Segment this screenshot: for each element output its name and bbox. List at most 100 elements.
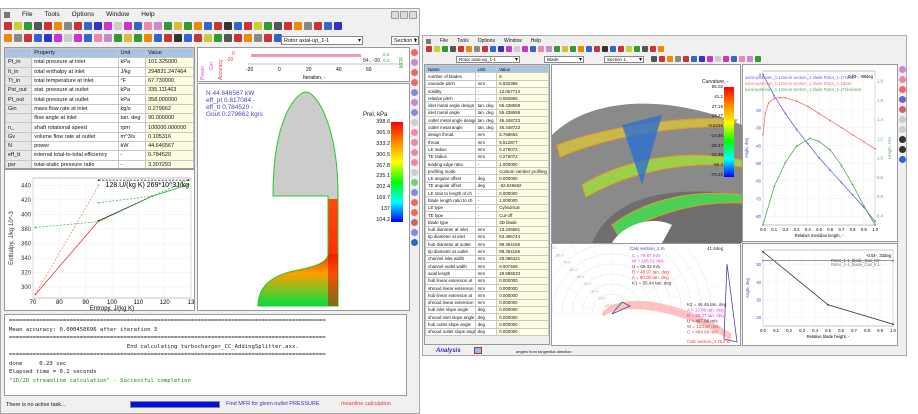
toolbar-button-icon[interactable] [204, 34, 212, 42]
toolbar-button-icon[interactable] [164, 22, 172, 30]
toolbar-button-icon[interactable] [74, 22, 82, 30]
table-row[interactable]: hub linear extension at mm 0.000000 [425, 276, 549, 285]
menu-file[interactable]: File [22, 11, 32, 18]
section-select[interactable]: Section 1 [391, 36, 419, 45]
table-row[interactable]: TE type - Cut-off [425, 210, 549, 220]
toolbar-button-icon[interactable] [304, 22, 312, 30]
toolbar-button-icon[interactable] [538, 46, 544, 52]
toolbar-button-icon[interactable] [244, 22, 252, 30]
toolbar-button-icon[interactable] [204, 22, 212, 30]
toolbar-button-icon[interactable] [334, 22, 342, 30]
analysis-toggle-button[interactable] [474, 347, 482, 354]
table-cell[interactable]: 0.000000 [496, 313, 549, 322]
rotor-select[interactable]: Rotor axial-up_1-1 [281, 36, 363, 45]
toolbar-button-icon[interactable] [114, 22, 122, 30]
toolbar-button-icon[interactable] [214, 34, 222, 42]
toolbar-button-icon[interactable] [723, 56, 729, 62]
tool-icon[interactable] [411, 129, 418, 136]
toolbar-button-icon[interactable] [34, 34, 42, 42]
table-cell[interactable]: 294831.247464 [145, 66, 194, 77]
tool-icon[interactable] [899, 86, 906, 93]
toolbar-button-icon[interactable] [546, 46, 552, 52]
toolbar-button-icon[interactable] [134, 34, 142, 42]
table-row[interactable]: relative pitch -0.082866 [425, 94, 549, 103]
table-cell[interactable]: 100000.000000 [145, 122, 194, 133]
toolbar-button-icon[interactable] [194, 22, 202, 30]
toolbar-button-icon[interactable] [739, 56, 745, 62]
toolbar-button-icon[interactable] [64, 34, 72, 42]
table-cell[interactable]: 1.000000 [496, 196, 549, 205]
toolbar-button-icon[interactable] [650, 46, 656, 52]
table-row[interactable]: throat mm 5.512877 [425, 137, 549, 147]
column-header[interactable]: Unit [117, 48, 147, 59]
table-row[interactable]: hub diameter at outlet mm 89.364166 [425, 240, 549, 249]
table-row[interactable]: flow angle at inlet tan. deg 90.000000 [5, 113, 194, 124]
toolbar-button-icon[interactable] [114, 34, 122, 42]
toolbar-button-icon[interactable] [84, 34, 92, 42]
toolbar-button-icon[interactable] [699, 56, 705, 62]
tool-icon[interactable] [411, 219, 418, 226]
toolbar-button-icon[interactable] [164, 34, 172, 42]
menu-help[interactable]: Help [141, 11, 154, 18]
table-row[interactable]: LE ratio to length of ch -0.000000 [425, 189, 549, 198]
table-cell[interactable]: 89.364166 [496, 247, 549, 256]
toolbar-button-icon[interactable] [54, 34, 62, 42]
table-row[interactable]: hub outlet slope angle deg 0.000000 [425, 320, 549, 329]
column-header[interactable]: Value [496, 65, 549, 74]
table-row[interactable]: It_in total enthalpy at inlet J/kg 294831.2… [5, 66, 194, 77]
close-button[interactable] [409, 11, 417, 19]
toolbar-button-icon[interactable] [234, 22, 242, 30]
table-cell[interactable]: 0.000000 [496, 320, 549, 329]
table-row[interactable]: Pt_out total pressure at outlet kPa 358.000… [5, 94, 194, 105]
toolbar-button-icon[interactable] [174, 34, 182, 42]
toolbar-button-icon[interactable] [324, 22, 332, 30]
tool-icon[interactable] [411, 169, 418, 176]
toolbar-button-icon[interactable] [570, 46, 576, 52]
toolbar-button-icon[interactable] [234, 34, 242, 42]
toolbar-button-icon[interactable] [24, 22, 32, 30]
toolbar-button-icon[interactable] [466, 46, 472, 52]
toolbar-button-icon[interactable] [530, 46, 536, 52]
table-row[interactable]: LE type - Cylindrical [425, 203, 549, 212]
toolbar-button-icon[interactable] [626, 46, 632, 52]
toolbar-button-icon[interactable] [224, 34, 232, 42]
table-cell[interactable]: 0.000000 [496, 283, 549, 293]
menu-window[interactable]: Window [504, 38, 522, 44]
tool-icon[interactable] [411, 49, 418, 56]
rotor-select[interactable]: Rotor axial-up_1-1 [456, 56, 520, 63]
menu-tools[interactable]: Tools [44, 11, 59, 18]
tool-icon[interactable] [899, 96, 906, 103]
tool-icon[interactable] [411, 59, 418, 66]
table-cell[interactable]: 13.226681 [496, 225, 549, 234]
toolbar-button-icon[interactable] [474, 46, 480, 52]
toolbar-button-icon[interactable] [264, 34, 272, 42]
column-header[interactable]: Value [145, 48, 194, 59]
toolbar-button-icon[interactable] [658, 46, 664, 52]
toolbar-button-icon[interactable] [24, 34, 32, 42]
toolbar-button-icon[interactable] [264, 22, 272, 30]
table-cell[interactable]: 90.000000 [145, 113, 194, 124]
toolbar-button-icon[interactable] [154, 22, 162, 30]
info-icon[interactable] [411, 239, 418, 246]
toolbar-button-icon[interactable] [514, 46, 520, 52]
table-row[interactable]: hub inlet slope angle deg 0.000000 [425, 305, 549, 315]
tool-icon[interactable] [411, 199, 418, 206]
table-row[interactable]: channel outlet width mm 5.007408 [425, 261, 549, 271]
tool-icon[interactable] [411, 179, 418, 186]
toolbar-button-icon[interactable] [294, 22, 302, 30]
table-cell[interactable]: 12.067714 [496, 86, 549, 96]
table-row[interactable]: shroud linear extension mm 0.000000 [425, 298, 549, 307]
table-cell[interactable]: 335.111463 [145, 85, 194, 96]
toolbar-button-icon[interactable] [659, 56, 665, 62]
toolbar-button-icon[interactable] [482, 46, 488, 52]
table-cell[interactable]: 46.448723 [496, 116, 549, 125]
table-cell[interactable]: 358.000000 [145, 94, 194, 105]
table-row[interactable]: LE angular offset deg 0.000000 [425, 174, 549, 183]
toolbar-button-icon[interactable] [731, 56, 737, 62]
toolbar-button-icon[interactable] [54, 22, 62, 30]
toolbar-button-icon[interactable] [144, 34, 152, 42]
toolbar-button-icon[interactable] [94, 34, 102, 42]
table-cell[interactable]: 25.086421 [496, 254, 549, 264]
toolbar-button-icon[interactable] [458, 46, 464, 52]
toolbar-button-icon[interactable] [14, 34, 22, 42]
